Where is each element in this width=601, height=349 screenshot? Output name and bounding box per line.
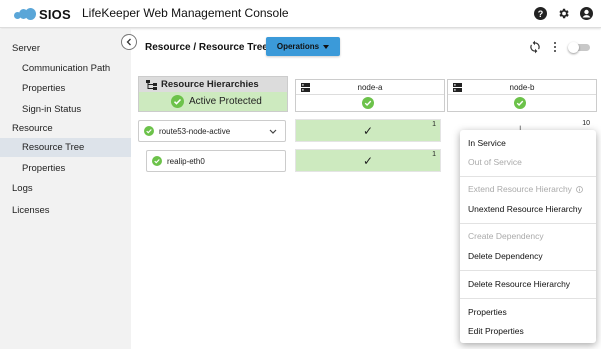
logo-text: SIOS	[39, 6, 71, 22]
node-name: node-b	[509, 82, 535, 92]
check-circle-icon	[171, 95, 184, 108]
account-icon[interactable]	[579, 6, 593, 20]
sidebar-item-resource-properties[interactable]: Properties	[0, 159, 131, 178]
menu-item-extend-resource-hierarchy[interactable]: Extend Resource Hierarchy	[468, 184, 583, 194]
menu-item-edit-properties[interactable]: Edit Properties	[468, 326, 524, 336]
node-column-header: node-b	[447, 79, 597, 112]
priority-number: 1	[432, 121, 436, 128]
resource-hierarchies-title: Resource Hierarchies	[161, 79, 259, 90]
menu-item-delete-dependency[interactable]: Delete Dependency	[468, 251, 543, 261]
resource-hierarchies-header: Resource Hierarchies Active Protected	[138, 76, 288, 112]
operations-button[interactable]: Operations	[266, 37, 340, 56]
sidebar-item-licenses[interactable]: Licenses	[0, 201, 131, 220]
resource-row[interactable]: route53-node-active	[138, 120, 286, 142]
menu-item-delete-resource-hierarchy[interactable]: Delete Resource Hierarchy	[468, 279, 570, 289]
sidebar-item-resource[interactable]: Resource	[0, 119, 131, 138]
sios-logo: SIOS	[14, 6, 71, 22]
svg-text:?: ?	[537, 9, 543, 19]
sidebar-item-server[interactable]: Server	[0, 39, 131, 58]
gear-icon[interactable]	[556, 6, 570, 20]
context-menu: In Service Out of Service Extend Resourc…	[460, 130, 596, 343]
resource-name: route53-node-active	[159, 126, 231, 136]
top-bar: SIOS LifeKeeper Web Management Console ?	[0, 0, 601, 28]
priority-number: 10	[582, 120, 590, 127]
resource-node-status-cell[interactable]: ✓ 1	[295, 119, 441, 142]
check-circle-icon	[362, 97, 374, 109]
menu-divider	[460, 298, 596, 299]
check-circle-icon	[144, 126, 154, 136]
app-title: LifeKeeper Web Management Console	[82, 6, 289, 20]
menu-divider	[460, 270, 596, 271]
menu-item-create-dependency[interactable]: Create Dependency	[468, 231, 544, 241]
more-vert-icon[interactable]	[551, 40, 559, 54]
checkmark-icon: ✓	[363, 124, 374, 138]
node-column-header: node-a	[295, 79, 445, 112]
sidebar-item-resource-tree[interactable]: Resource Tree	[0, 138, 131, 157]
server-icon	[453, 83, 462, 92]
sidebar-item-sign-in-status[interactable]: Sign-in Status	[0, 100, 131, 119]
check-circle-icon	[514, 97, 526, 109]
help-icon[interactable]: ?	[533, 6, 547, 20]
hierarchy-status: Active Protected	[189, 96, 262, 107]
sidebar-item-communication-path[interactable]: Communication Path	[0, 59, 131, 78]
refresh-icon[interactable]	[528, 40, 542, 54]
info-icon	[576, 185, 583, 193]
menu-divider	[460, 176, 596, 177]
caret-down-icon	[323, 44, 330, 49]
breadcrumb: Resource / Resource Tree	[145, 42, 268, 53]
menu-item-out-of-service[interactable]: Out of Service	[468, 157, 522, 167]
node-name: node-a	[357, 82, 383, 92]
sios-logo-mark	[14, 8, 36, 20]
sidebar-item-server-properties[interactable]: Properties	[0, 79, 131, 98]
menu-item-unextend-resource-hierarchy[interactable]: Unextend Resource Hierarchy	[468, 204, 582, 214]
server-icon	[301, 83, 310, 92]
menu-item-properties[interactable]: Properties	[468, 307, 507, 317]
resource-row[interactable]: realip-eth0	[146, 150, 286, 172]
collapse-sidebar-button[interactable]	[121, 34, 137, 50]
sidebar-item-logs[interactable]: Logs	[0, 179, 131, 198]
menu-divider	[460, 223, 596, 224]
checkmark-icon: ✓	[363, 154, 374, 168]
resource-node-status-cell[interactable]: ✓ 1	[295, 149, 441, 172]
resource-name: realip-eth0	[167, 156, 205, 166]
priority-number: 1	[432, 151, 436, 158]
chevron-down-icon[interactable]	[269, 129, 277, 134]
check-circle-icon	[152, 156, 162, 166]
hierarchy-icon	[146, 79, 157, 90]
menu-item-in-service[interactable]: In Service	[468, 138, 506, 148]
view-toggle-switch[interactable]	[568, 42, 590, 53]
chevron-left-icon	[126, 38, 131, 46]
